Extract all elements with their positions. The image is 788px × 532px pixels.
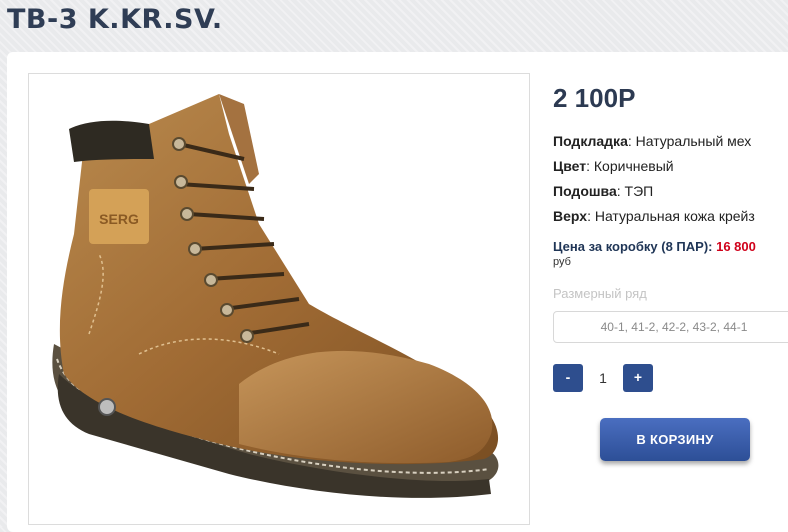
property-value: ТЭП	[624, 183, 654, 199]
product-price: 2 100Р	[553, 83, 636, 113]
box-price-label: Цена за коробку (8 ПАР):	[553, 239, 713, 254]
property-color: Цвет: Коричневый	[553, 158, 674, 174]
box-price: Цена за коробку (8 ПАР): 16 800	[553, 239, 756, 254]
property-label: Подкладка	[553, 133, 628, 149]
add-to-cart-button[interactable]: В КОРЗИНУ	[600, 418, 750, 461]
property-lining: Подкладка: Натуральный мех	[553, 133, 752, 149]
product-properties: Подкладка: Натуральный мех Цвет: Коричне…	[553, 133, 755, 233]
boot-logo-text: SERG	[99, 211, 139, 227]
property-value: Натуральная кожа крейз	[594, 208, 755, 224]
box-price-unit: руб	[553, 256, 571, 268]
property-sole: Подошва: ТЭП	[553, 183, 654, 199]
product-image[interactable]: SERG	[28, 73, 530, 525]
property-label: Цвет	[553, 158, 587, 174]
boot-image: SERG	[52, 94, 499, 498]
property-value: Натуральный мех	[635, 133, 752, 149]
quantity-increase-button[interactable]: +	[623, 364, 653, 392]
property-upper: Верх: Натуральная кожа крейз	[553, 208, 755, 224]
property-label: Верх	[553, 208, 588, 224]
quantity-input[interactable]: 1	[583, 364, 623, 392]
property-value: Коричневый	[593, 158, 674, 174]
property-label: Подошва	[553, 183, 617, 199]
box-price-amount: 16 800	[716, 239, 756, 254]
size-range-label: Размерный ряд	[553, 286, 647, 301]
page-title: ТВ-3 K.KR.SV.	[7, 4, 223, 35]
size-range-select[interactable]: 40-1, 41-2, 42-2, 43-2, 44-1	[553, 311, 788, 343]
quantity-decrease-button[interactable]: -	[553, 364, 583, 392]
